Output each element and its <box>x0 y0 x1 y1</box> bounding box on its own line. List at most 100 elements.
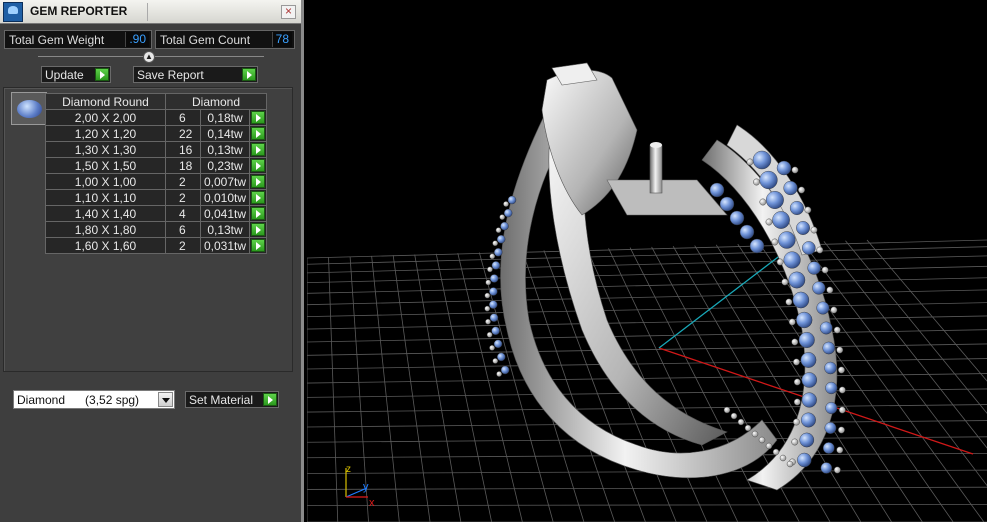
metal-bead <box>810 226 818 234</box>
play-arrow-icon <box>251 239 265 252</box>
gem-count: 2 <box>165 237 201 254</box>
metal-bead <box>779 454 787 462</box>
center-prong-tip <box>650 142 662 148</box>
row-select-button[interactable] <box>249 109 267 126</box>
save-report-button-label: Save Report <box>137 68 204 82</box>
material-select[interactable]: Diamond (3,52 spg) <box>13 390 175 409</box>
grid-line <box>307 329 987 343</box>
play-arrow-icon <box>251 223 265 236</box>
metal-bead <box>836 346 844 354</box>
header-shape: Diamond Round <box>45 93 166 110</box>
play-arrow-icon <box>251 159 265 172</box>
gem-stone <box>496 235 506 244</box>
gem-weight: 0,23tw <box>200 157 250 174</box>
gem-stone <box>493 339 503 349</box>
metal-bead <box>746 158 754 166</box>
table-row: 1,30 X 1,30 16 0,13tw <box>45 141 267 158</box>
grid-line <box>629 247 769 522</box>
grid-line <box>845 240 987 414</box>
set-material-button[interactable]: Set Material <box>185 391 279 408</box>
gem-count: 2 <box>165 189 201 206</box>
gem-stone <box>819 321 833 335</box>
gem-stone <box>825 381 838 395</box>
grid-line <box>866 239 987 382</box>
metal-bead <box>765 442 773 450</box>
grid-line <box>392 255 431 522</box>
gem-stone <box>776 160 792 176</box>
gem-count: 16 <box>165 141 201 158</box>
metal-bead <box>484 305 491 312</box>
gem-stone <box>822 442 835 454</box>
total-gem-count: Total Gem Count 78 <box>155 30 295 49</box>
grid-line <box>371 255 400 522</box>
total-gem-weight: Total Gem Weight .90 <box>4 30 152 49</box>
play-arrow-icon <box>251 127 265 140</box>
gem-stone <box>489 287 498 296</box>
total-gem-weight-value: .90 <box>125 32 149 47</box>
collapse-up-icon[interactable]: ▲ <box>143 51 155 63</box>
gem-weight: 0,007tw <box>200 173 250 190</box>
gem-size: 1,40 X 1,40 <box>45 205 166 222</box>
metal-bead <box>776 258 784 266</box>
total-gem-count-value: 78 <box>271 32 292 47</box>
gem-size: 2,00 X 2,00 <box>45 109 166 126</box>
metal-bead <box>489 345 495 351</box>
gem-stone <box>812 281 826 295</box>
row-select-button[interactable] <box>249 141 267 158</box>
row-select-button[interactable] <box>249 237 267 254</box>
gem-stone <box>822 341 836 355</box>
gem-size: 1,60 X 1,60 <box>45 237 166 254</box>
gem-weight: 0,031tw <box>200 237 250 254</box>
metal-bead <box>838 406 846 414</box>
metal-bead <box>492 358 499 364</box>
metal-bead <box>830 306 838 314</box>
gem-stone <box>709 182 725 198</box>
gem-stone <box>789 200 804 215</box>
gem-stone <box>500 221 509 231</box>
gem-stone <box>752 150 772 170</box>
metal-bead <box>798 186 805 194</box>
metal-bead <box>833 326 841 334</box>
gem-reporter-app-icon <box>3 2 23 22</box>
gem-count: 2 <box>165 173 201 190</box>
row-select-button[interactable] <box>249 221 267 238</box>
gem-stone <box>503 208 513 218</box>
window-title: GEM REPORTER <box>30 4 128 18</box>
gem-count: 6 <box>165 221 201 238</box>
gem-weight: 0,13tw <box>200 141 250 158</box>
play-arrow-icon <box>263 393 277 406</box>
gem-stone <box>800 412 816 428</box>
viewport-scene[interactable]: z y x <box>307 0 987 522</box>
metal-bead <box>836 446 844 454</box>
gem-weight: 0,13tw <box>200 221 250 238</box>
triad-y-label: y <box>363 481 369 493</box>
gem-stone <box>820 462 833 474</box>
metal-bead <box>816 246 824 254</box>
table-row: 1,60 X 1,60 2 0,031tw <box>45 237 267 254</box>
gem-table: Diamond Round Diamond 2,00 X 2,00 6 0,18… <box>45 93 267 254</box>
row-select-button[interactable] <box>249 173 267 190</box>
triad-z-label: z <box>346 464 351 475</box>
gem-count: 4 <box>165 205 201 222</box>
gem-weight: 0,14tw <box>200 125 250 142</box>
gem-stone <box>494 248 503 257</box>
grid-line <box>307 486 987 490</box>
save-report-button[interactable]: Save Report <box>133 66 258 83</box>
row-select-button[interactable] <box>249 205 267 222</box>
row-select-button[interactable] <box>249 125 267 142</box>
round-diamond-icon[interactable] <box>11 92 47 125</box>
row-select-button[interactable] <box>249 189 267 206</box>
chevron-down-icon[interactable] <box>158 392 173 407</box>
floor-grid <box>307 239 987 522</box>
update-button[interactable]: Update <box>41 66 111 83</box>
play-arrow-icon <box>251 143 265 156</box>
metal-bead <box>788 318 796 326</box>
gem-stone <box>491 261 501 270</box>
grid-line <box>307 315 987 330</box>
3d-viewport[interactable]: z y x <box>307 0 987 522</box>
triad-x-label: x <box>369 497 375 509</box>
metal-bead <box>758 436 766 444</box>
row-select-button[interactable] <box>249 157 267 174</box>
metal-bead <box>753 178 760 186</box>
close-icon[interactable]: × <box>281 5 296 19</box>
